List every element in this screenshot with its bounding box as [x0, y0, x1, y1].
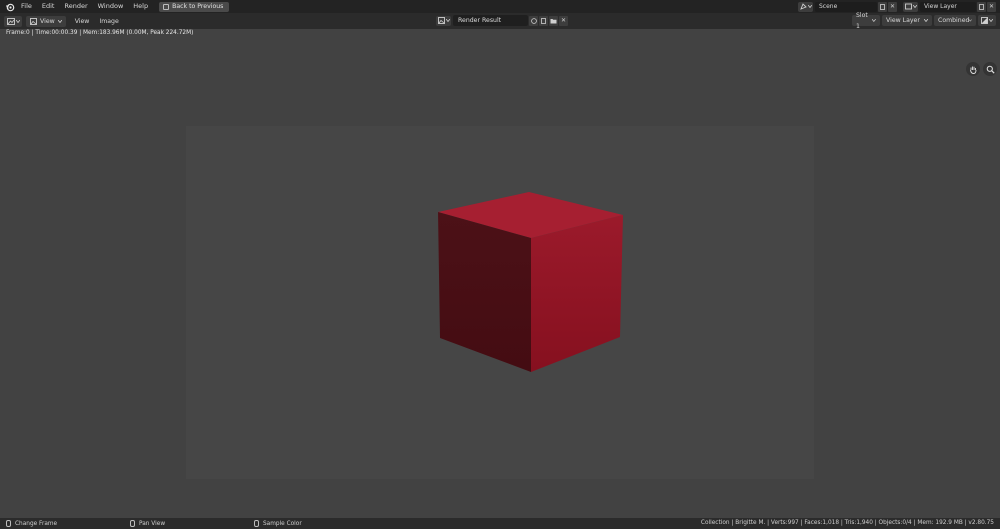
mouse-right-icon — [254, 520, 259, 527]
view-layer-browse-button[interactable] — [903, 1, 918, 12]
close-icon: ✕ — [889, 3, 896, 10]
status-sample-color: Sample Color — [254, 518, 302, 529]
cube-left-face — [438, 212, 531, 372]
chevron-down-icon — [872, 19, 876, 22]
menu-help[interactable]: Help — [128, 0, 153, 13]
folder-icon — [550, 18, 557, 23]
layer-dropdown[interactable]: View Layer — [882, 15, 932, 26]
back-to-previous-button[interactable]: Back to Previous — [159, 1, 230, 12]
top-bar: File Edit Render Window Help Back to Pre… — [0, 0, 1000, 13]
open-image-button[interactable] — [549, 15, 558, 26]
unlink-image-button[interactable]: ✕ — [559, 15, 568, 26]
chevron-down-icon — [924, 19, 928, 22]
image-editor-header: View View Image Render Result ✕ Slot 1 V… — [0, 12, 1000, 30]
status-change-frame: Change Frame — [6, 518, 57, 529]
new-scene-button[interactable] — [878, 1, 887, 12]
view-layer-icon — [904, 3, 912, 10]
mouse-middle-icon — [130, 520, 135, 527]
mouse-left-icon — [6, 520, 11, 527]
chevron-down-icon — [15, 19, 20, 23]
menu-render[interactable]: Render — [59, 0, 92, 13]
status-bar: Change Frame Pan View Sample Color Colle… — [0, 518, 1000, 529]
scene-selector: Scene ✕ — [798, 1, 897, 12]
editor-type-button[interactable] — [4, 15, 22, 27]
delete-view-layer-button[interactable]: ✕ — [987, 1, 996, 12]
screen-icon — [163, 3, 170, 10]
chevron-down-icon — [57, 19, 62, 23]
new-image-button[interactable] — [539, 15, 548, 26]
status-pan-view: Pan View — [130, 518, 165, 529]
hand-icon[interactable] — [966, 62, 980, 76]
fake-user-button[interactable] — [529, 15, 538, 26]
shield-icon — [530, 17, 537, 24]
layer-label: View Layer — [886, 17, 920, 24]
slot-label: Slot 1 — [856, 11, 868, 30]
status-pan-view-label: Pan View — [139, 520, 166, 527]
zoom-icon[interactable] — [983, 62, 997, 76]
status-change-frame-label: Change Frame — [15, 520, 58, 527]
close-icon: ✕ — [560, 17, 567, 24]
cube-right-face — [531, 215, 623, 372]
image-browse-button[interactable] — [436, 15, 451, 26]
chevron-down-icon — [807, 5, 812, 8]
delete-scene-button[interactable]: ✕ — [888, 1, 897, 12]
scene-browse-button[interactable] — [798, 1, 813, 12]
chevron-down-icon — [969, 19, 972, 22]
menu-window[interactable]: Window — [93, 0, 129, 13]
image-editor-icon — [6, 17, 15, 25]
copy-icon — [879, 3, 885, 10]
slot-dropdown[interactable]: Slot 1 — [852, 12, 880, 30]
chevron-down-icon — [989, 19, 993, 22]
mode-label: View — [40, 17, 55, 25]
image-editor-viewport[interactable] — [0, 29, 1000, 518]
red-cube — [438, 192, 623, 372]
scene-statistics: Collection | Brigitte M. | Verts:997 | F… — [700, 520, 994, 526]
menu-view[interactable]: View — [70, 18, 95, 25]
menu-image[interactable]: Image — [94, 18, 123, 25]
display-channels-button[interactable] — [978, 15, 996, 26]
pass-dropdown[interactable]: Combined — [934, 15, 976, 26]
chevron-down-icon — [445, 19, 450, 22]
blender-logo-icon[interactable] — [3, 0, 16, 13]
view-layer-name-field[interactable]: View Layer — [920, 1, 976, 12]
image-datablock: Render Result ✕ — [436, 15, 568, 26]
new-view-layer-button[interactable] — [977, 1, 986, 12]
scene-icon — [799, 3, 807, 10]
image-icon — [437, 17, 445, 24]
copy-icon — [978, 3, 984, 10]
copy-icon — [540, 17, 546, 24]
image-name-field[interactable]: Render Result — [453, 15, 528, 26]
mode-dropdown[interactable]: View — [26, 15, 66, 27]
back-to-previous-label: Back to Previous — [172, 2, 224, 10]
display-channels-icon — [981, 17, 988, 24]
menu-edit[interactable]: Edit — [37, 0, 60, 13]
pass-label: Combined — [938, 17, 970, 24]
render-result-image — [186, 126, 814, 479]
chevron-down-icon — [912, 5, 917, 8]
render-info-text: Frame:0 | Time:00:00.39 | Mem:183.96M (0… — [6, 30, 194, 36]
menu-file[interactable]: File — [16, 0, 37, 13]
view-layer-selector: View Layer ✕ — [903, 1, 996, 12]
view-mode-icon — [30, 17, 37, 25]
close-icon: ✕ — [988, 3, 995, 10]
status-sample-color-label: Sample Color — [263, 520, 302, 527]
